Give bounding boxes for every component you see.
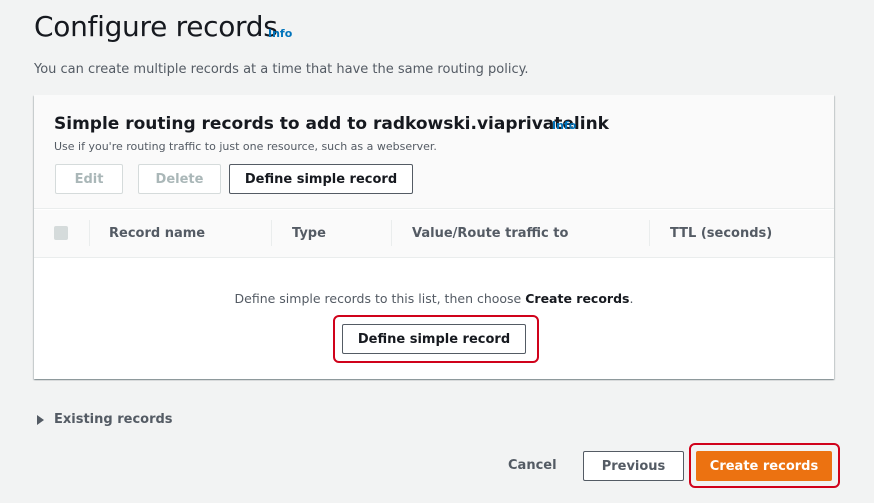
edit-button[interactable]: Edit xyxy=(55,164,123,194)
page-title: Configure records xyxy=(34,10,278,43)
page-info-link[interactable]: Info xyxy=(268,27,292,40)
caret-right-icon xyxy=(37,414,44,425)
cancel-button[interactable]: Cancel xyxy=(508,458,557,473)
page-description: You can create multiple records at a tim… xyxy=(34,62,529,77)
column-divider xyxy=(391,220,392,246)
create-records-emphasis: Create records xyxy=(525,291,630,306)
column-divider xyxy=(89,220,90,246)
empty-state-message: Define simple records to this list, then… xyxy=(234,291,634,306)
delete-button[interactable]: Delete xyxy=(138,164,221,194)
panel-header: Simple routing records to add to radkows… xyxy=(34,95,834,209)
column-header-type[interactable]: Type xyxy=(292,226,326,241)
create-records-button[interactable]: Create records xyxy=(696,451,832,481)
simple-records-panel: Simple routing records to add to radkows… xyxy=(34,95,834,379)
previous-button[interactable]: Previous xyxy=(583,451,684,481)
define-simple-record-button[interactable]: Define simple record xyxy=(229,164,413,194)
column-divider xyxy=(649,220,650,246)
panel-info-link[interactable]: Info xyxy=(552,119,576,132)
panel-title: Simple routing records to add to radkows… xyxy=(54,114,609,134)
select-all-checkbox[interactable] xyxy=(54,226,68,240)
table-header: Record name Type Value/Route traffic to … xyxy=(34,210,834,258)
column-divider xyxy=(271,220,272,246)
empty-state-define-simple-record-button[interactable]: Define simple record xyxy=(342,324,526,354)
existing-records-label: Existing records xyxy=(54,412,173,427)
panel-description: Use if you're routing traffic to just on… xyxy=(54,140,437,153)
column-header-record-name[interactable]: Record name xyxy=(109,226,205,241)
column-header-value[interactable]: Value/Route traffic to xyxy=(412,226,568,241)
column-header-ttl[interactable]: TTL (seconds) xyxy=(670,226,772,241)
existing-records-toggle[interactable]: Existing records xyxy=(37,412,173,427)
